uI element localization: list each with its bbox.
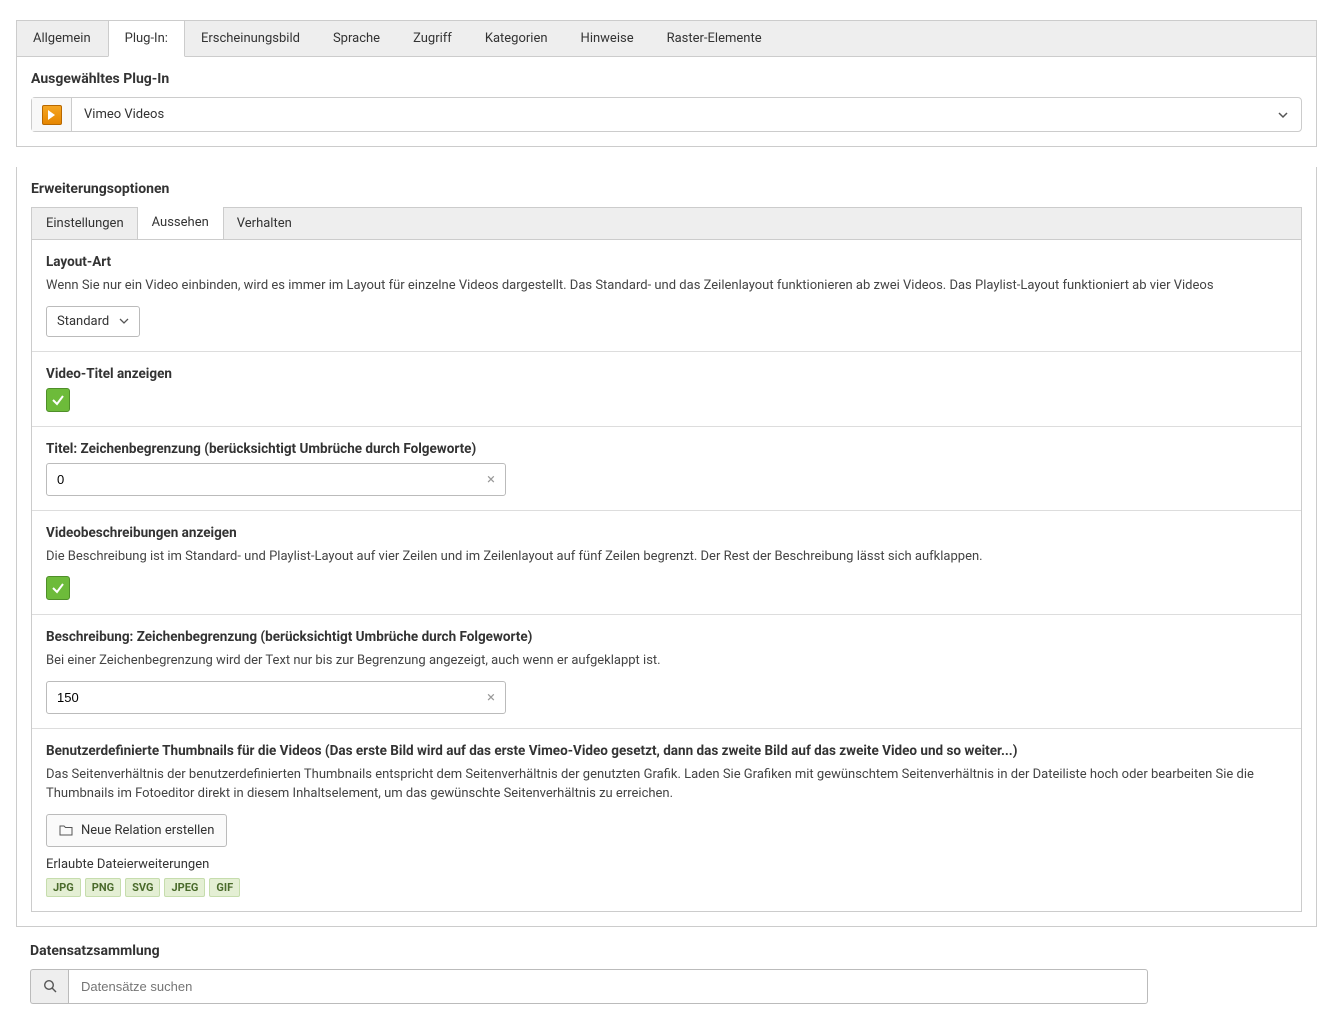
records-search-input[interactable]	[68, 969, 1148, 1004]
tab-allgemein[interactable]: Allgemein	[17, 21, 108, 56]
play-icon	[42, 105, 62, 125]
layout-select[interactable]: Standard	[46, 306, 140, 337]
records-title: Datensatzsammlung	[30, 943, 1303, 969]
extension-options-title: Erweiterungsoptionen	[31, 181, 1302, 197]
show-desc-help: Die Beschreibung ist im Standard- und Pl…	[46, 547, 1287, 567]
show-title-label: Video-Titel anzeigen	[46, 366, 1287, 382]
chevron-down-icon	[119, 316, 129, 326]
tab-erscheinungsbild[interactable]: Erscheinungsbild	[185, 21, 317, 56]
clear-desc-limit[interactable]: ×	[477, 688, 505, 706]
tab-hinweise[interactable]: Hinweise	[565, 21, 651, 56]
title-limit-label: Titel: Zeichenbegrenzung (berücksichtigt…	[46, 441, 1287, 457]
ext-badge: GIF	[209, 878, 240, 897]
inner-tab-verhalten[interactable]: Verhalten	[223, 208, 306, 239]
ext-badge: PNG	[85, 878, 121, 897]
new-relation-button[interactable]: Neue Relation erstellen	[46, 814, 227, 847]
search-icon-box	[30, 969, 68, 1004]
show-desc-checkbox[interactable]	[46, 576, 70, 600]
desc-limit-help: Bei einer Zeichenbegrenzung wird der Tex…	[46, 651, 1287, 671]
tab-raster[interactable]: Raster-Elemente	[651, 21, 779, 56]
desc-limit-label: Beschreibung: Zeichenbegrenzung (berücks…	[46, 629, 1287, 645]
allowed-ext-label: Erlaubte Dateierweiterungen	[46, 857, 1287, 872]
folder-icon	[59, 823, 73, 837]
plugin-icon-box	[32, 98, 72, 131]
show-desc-label: Videobeschreibungen anzeigen	[46, 525, 1287, 541]
plugin-select-value: Vimeo Videos	[72, 98, 1265, 131]
thumbs-help: Das Seitenverhältnis der benutzerdefinie…	[46, 765, 1287, 804]
selected-plugin-title: Ausgewähltes Plug-In	[31, 71, 1302, 87]
plugin-select[interactable]: Vimeo Videos	[31, 97, 1302, 132]
inner-tabs: Einstellungen Aussehen Verhalten	[31, 207, 1302, 239]
title-limit-input[interactable]	[47, 464, 477, 495]
chevron-down-icon	[1265, 98, 1301, 131]
ext-badge: JPEG	[164, 878, 205, 897]
show-title-checkbox[interactable]	[46, 388, 70, 412]
tab-kategorien[interactable]: Kategorien	[469, 21, 565, 56]
check-icon	[51, 393, 65, 407]
tab-sprache[interactable]: Sprache	[317, 21, 397, 56]
thumbs-label: Benutzerdefinierte Thumbnails für die Vi…	[46, 743, 1287, 759]
layout-help: Wenn Sie nur ein Video einbinden, wird e…	[46, 276, 1287, 296]
ext-badges: JPG PNG SVG JPEG GIF	[46, 878, 1287, 897]
ext-badge: SVG	[125, 878, 160, 897]
layout-label: Layout-Art	[46, 254, 1287, 270]
top-tabs: Allgemein Plug-In: Erscheinungsbild Spra…	[17, 21, 1316, 57]
tab-zugriff[interactable]: Zugriff	[397, 21, 469, 56]
inner-tab-aussehen[interactable]: Aussehen	[137, 207, 224, 239]
layout-select-value: Standard	[57, 314, 109, 329]
inner-tab-einstellungen[interactable]: Einstellungen	[32, 208, 138, 239]
desc-limit-input[interactable]	[47, 682, 477, 713]
check-icon	[51, 581, 65, 595]
clear-title-limit[interactable]: ×	[477, 470, 505, 488]
search-icon	[43, 979, 57, 993]
tab-plugin[interactable]: Plug-In:	[108, 21, 185, 57]
ext-badge: JPG	[46, 878, 81, 897]
new-relation-button-label: Neue Relation erstellen	[81, 823, 214, 838]
